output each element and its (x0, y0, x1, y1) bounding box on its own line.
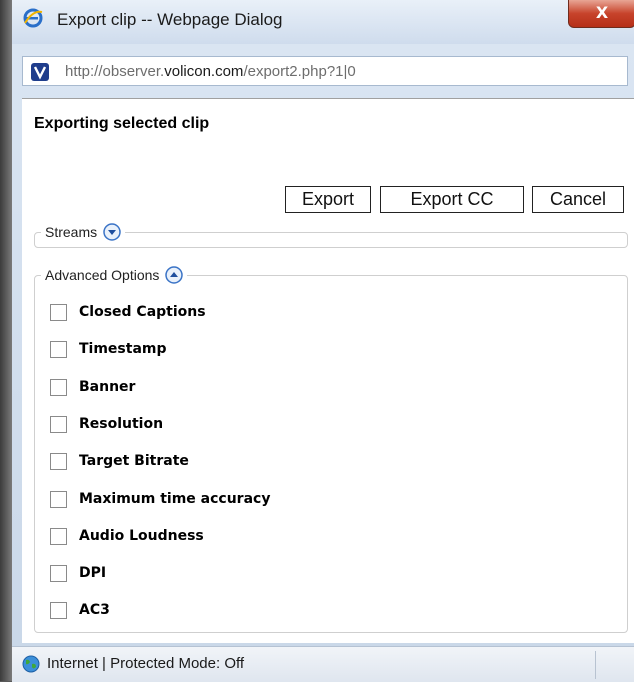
address-bar[interactable]: http://observer.volicon.com/export2.php?… (22, 56, 628, 86)
option-closed-captions[interactable]: Closed Captions (50, 302, 206, 322)
option-label: DPI (79, 565, 107, 581)
cancel-button[interactable]: Cancel (532, 186, 624, 213)
target-bitrate-checkbox[interactable] (50, 452, 67, 470)
streams-label: Streams (45, 224, 98, 240)
advanced-options-label: Advanced Options (45, 267, 160, 283)
option-label: Audio Loudness (79, 528, 204, 544)
option-label: AC3 (79, 602, 110, 618)
option-banner[interactable]: Banner (50, 377, 135, 397)
option-label: Maximum time accuracy (79, 491, 271, 507)
ie-icon (23, 8, 43, 28)
option-label: Resolution (79, 416, 164, 432)
chevron-down-icon[interactable] (103, 223, 121, 241)
option-target-bitrate[interactable]: Target Bitrate (50, 451, 189, 471)
status-divider (595, 651, 596, 679)
advanced-options-legend[interactable]: Advanced Options (41, 265, 188, 285)
option-resolution[interactable]: Resolution (50, 414, 163, 434)
title-bar[interactable]: Export clip -- Webpage Dialog X (12, 0, 634, 44)
audio-loudness-checkbox[interactable] (50, 527, 67, 545)
option-label: Banner (79, 379, 136, 395)
option-timestamp[interactable]: Timestamp (50, 339, 167, 359)
page-title: Exporting selected clip (34, 115, 210, 132)
ac3-checkbox[interactable] (50, 601, 67, 619)
banner-checkbox[interactable] (50, 378, 67, 396)
globe-icon (22, 655, 40, 673)
option-maximum-time-accuracy[interactable]: Maximum time accuracy (50, 489, 270, 509)
dialog-window: Export clip -- Webpage Dialog X http://o… (0, 0, 634, 682)
streams-legend[interactable]: Streams (41, 222, 126, 242)
close-button[interactable]: X (568, 0, 634, 28)
maximum-time-accuracy-checkbox[interactable] (50, 490, 67, 508)
timestamp-checkbox[interactable] (50, 340, 67, 358)
dpi-checkbox[interactable] (50, 564, 67, 582)
url-text: http://observer.volicon.com/export2.php?… (65, 63, 356, 80)
export-button[interactable]: Export (285, 186, 371, 213)
closed-captions-checkbox[interactable] (50, 303, 67, 321)
option-ac3[interactable]: AC3 (50, 600, 110, 620)
status-bar: Internet | Protected Mode: Off (12, 646, 634, 682)
volicon-site-icon (31, 63, 49, 81)
chevron-up-icon[interactable] (165, 266, 184, 284)
window-title: Export clip -- Webpage Dialog (57, 10, 283, 29)
resolution-checkbox[interactable] (50, 415, 67, 433)
background-shadow (0, 0, 12, 681)
streams-fieldset: Streams (34, 222, 628, 248)
export-cc-button[interactable]: Export CC (380, 186, 524, 213)
option-dpi[interactable]: DPI (50, 563, 106, 583)
option-label: Target Bitrate (79, 453, 189, 469)
option-label: Timestamp (79, 341, 167, 357)
option-label: Closed Captions (79, 304, 206, 320)
option-audio-loudness[interactable]: Audio Loudness (50, 526, 204, 546)
security-zone-status: Internet | Protected Mode: Off (47, 655, 245, 672)
